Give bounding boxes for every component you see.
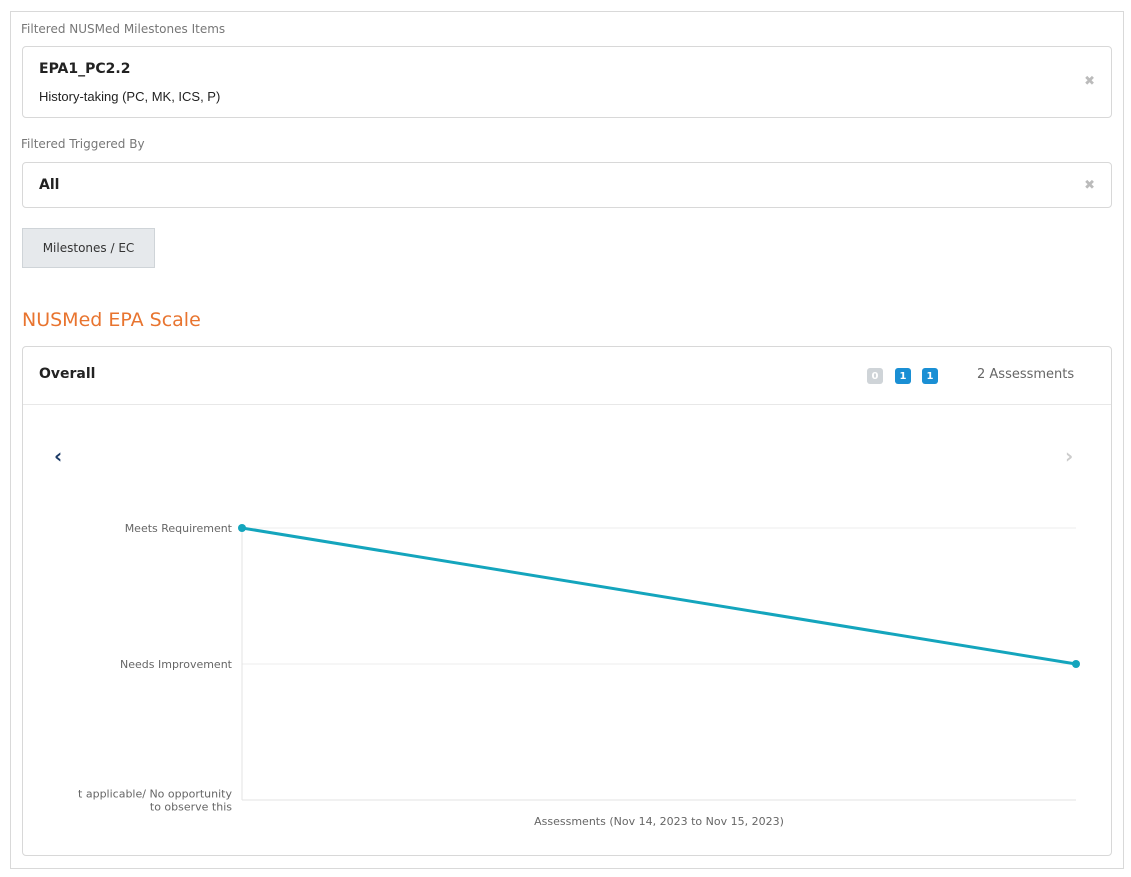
milestones-filter[interactable]: EPA1_PC2.2 History-taking (PC, MK, ICS, … [22,46,1112,118]
triggered-by-filter[interactable]: All ✖ [22,162,1112,208]
triggered-by-value: All [39,177,60,193]
milestones-filter-label: Filtered NUSMed Milestones Items [21,22,226,36]
milestones-ec-button[interactable]: Milestones / EC [22,228,155,268]
x-axis-label: Assessments (Nov 14, 2023 to Nov 15, 202… [534,815,784,828]
y-tick-label: to observe this [150,801,232,814]
series-line [241,526,1077,666]
triggered-by-filter-label: Filtered Triggered By [21,137,145,151]
clear-triggered-by-icon[interactable]: ✖ [1084,178,1095,193]
section-title: NUSMed EPA Scale [22,309,201,331]
milestone-description: History-taking (PC, MK, ICS, P) [39,89,221,104]
y-tick-label: Meets Requirement [125,522,233,535]
y-tick-label: Needs Improvement [120,658,233,671]
data-point [1072,660,1080,668]
data-point [238,524,246,532]
epa-line-chart: t applicable/ No opportunityto observe t… [78,522,1080,828]
clear-milestones-icon[interactable]: ✖ [1084,74,1095,89]
overall-panel: Overall 0 1 1 2 Assessments ‹ › t applic… [22,346,1112,856]
y-tick-label: t applicable/ No opportunity [78,788,232,801]
milestone-code: EPA1_PC2.2 [39,61,131,77]
